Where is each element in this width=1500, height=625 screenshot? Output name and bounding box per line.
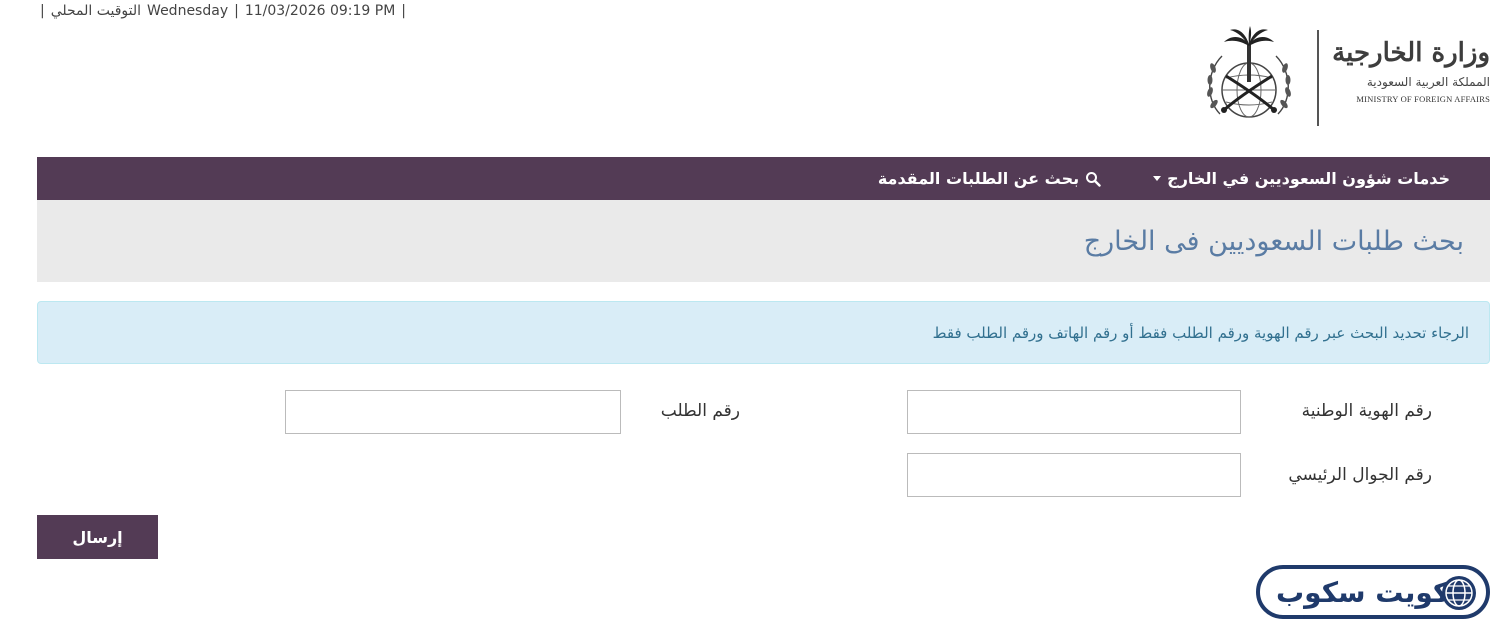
topbar: | التوقيت المحلي Wednesday | 11/03/2026 … — [40, 0, 406, 22]
main-navbar: خدمات شؤون السعوديين في الخارج بحث عن ال… — [37, 157, 1490, 200]
logo-kingdom-name-ar: المملكة العربية السعودية — [1366, 75, 1490, 89]
page-title: بحث طلبات السعوديين فى الخارج — [1083, 225, 1464, 257]
caret-down-icon — [1153, 176, 1162, 181]
logo-divider — [1317, 30, 1319, 126]
kuwait-scope-watermark: كويت سكوب — [1256, 565, 1490, 619]
national-id-label: رقم الهوية الوطنية — [1301, 401, 1432, 421]
datetime: 11/03/2026 09:19 PM — [244, 3, 396, 19]
search-icon — [1086, 171, 1101, 187]
nav-item-search-requests[interactable]: بحث عن الطلبات المقدمة — [878, 169, 1101, 188]
request-number-label: رقم الطلب — [660, 401, 740, 421]
globe-icon — [1442, 576, 1476, 610]
mobile-number-input[interactable] — [907, 453, 1241, 497]
saudi-emblem-icon — [1207, 26, 1291, 118]
logo-ministry-name-en: MINISTRY OF FOREIGN AFFAIRS — [1356, 94, 1490, 104]
nav-item-label: خدمات شؤون السعوديين في الخارج — [1167, 169, 1450, 188]
local-time-label: التوقيت المحلي — [50, 3, 142, 19]
submit-button[interactable]: إرسال — [37, 515, 158, 559]
page-header: بحث طلبات السعوديين فى الخارج — [37, 200, 1490, 282]
nav-item-label: بحث عن الطلبات المقدمة — [877, 169, 1080, 188]
info-alert: الرجاء تحديد البحث عبر رقم الهوية ورقم ا… — [37, 301, 1490, 364]
topbar-separator: | — [234, 3, 239, 19]
ministry-logo[interactable]: وزارة الخارجية المملكة العربية السعودية … — [1200, 26, 1490, 130]
national-id-input[interactable] — [907, 390, 1241, 434]
weekday: Wednesday — [147, 3, 229, 19]
topbar-separator: | — [401, 3, 407, 19]
logo-ministry-name-ar: وزارة الخارجية — [1332, 38, 1490, 68]
request-number-input[interactable] — [285, 390, 621, 434]
watermark-text: كويت سكوب — [1276, 575, 1450, 609]
logo-text: وزارة الخارجية المملكة العربية السعودية … — [1326, 34, 1490, 106]
nav-item-saudis-abroad-services[interactable]: خدمات شؤون السعوديين في الخارج — [1153, 169, 1450, 188]
topbar-separator: | — [40, 3, 45, 19]
info-alert-text: الرجاء تحديد البحث عبر رقم الهوية ورقم ا… — [932, 323, 1469, 342]
mobile-number-label: رقم الجوال الرئيسي — [1288, 465, 1432, 485]
